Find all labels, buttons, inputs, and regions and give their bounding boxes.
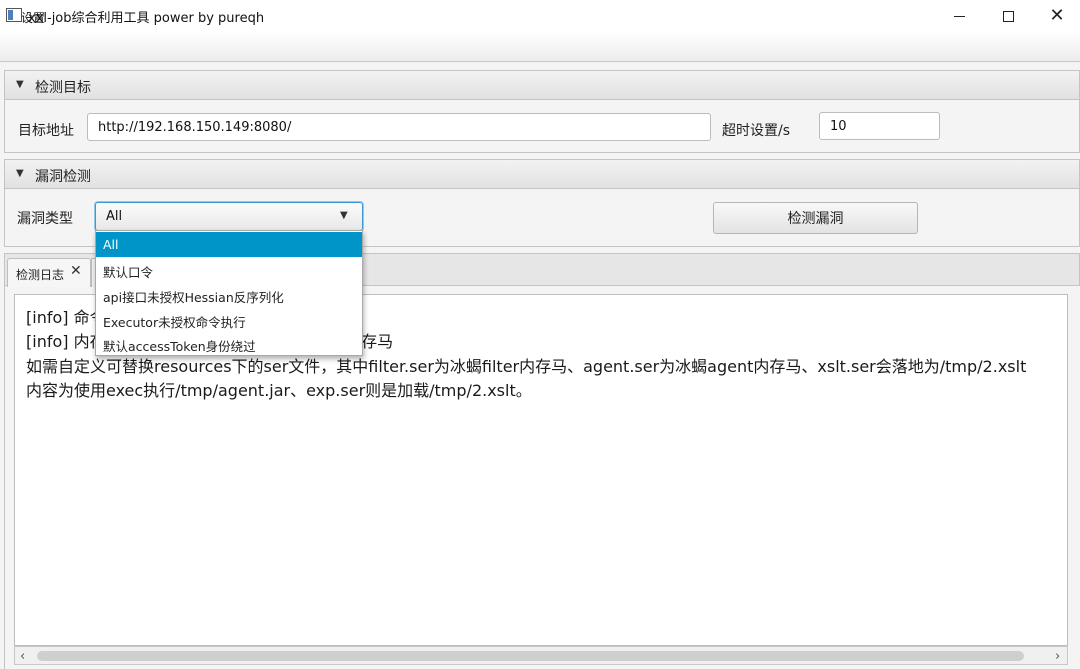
url-label: 目标地址 xyxy=(18,123,74,139)
dropdown-option[interactable]: All xyxy=(96,232,362,257)
tab-label: 检测日志 xyxy=(16,268,65,282)
close-icon: ✕ xyxy=(1049,5,1065,26)
log-line: 如需自定义可替换resources下的ser文件，其中filter.ser为冰蝎… xyxy=(26,357,1027,376)
minimize-icon xyxy=(953,15,965,17)
collapse-arrow-icon: ▼ xyxy=(16,79,24,90)
close-button[interactable]: ✕ xyxy=(1034,0,1080,32)
vuln-pane-header[interactable]: ▼ 漏洞检测 xyxy=(4,159,1080,189)
minimize-button[interactable] xyxy=(936,0,982,32)
dropdown-option[interactable]: 默认口令 xyxy=(96,257,362,282)
collapse-arrow-icon: ▼ xyxy=(16,168,24,179)
tab-detect-log[interactable]: 检测日志 ✕ xyxy=(7,258,91,287)
dropdown-option[interactable]: 默认accessToken身份绕过 xyxy=(96,331,362,356)
target-pane-header[interactable]: ▼ 检测目标 xyxy=(4,70,1080,100)
url-input[interactable]: http://192.168.150.149:8080/ xyxy=(87,113,711,141)
dropdown-arrow-icon: ▼ xyxy=(340,210,348,221)
vuln-type-dropdown-list: All 默认口令 api接口未授权Hessian反序列化 Executor未授权… xyxy=(95,230,363,356)
vuln-type-select[interactable]: All ▼ xyxy=(95,202,363,231)
dropdown-option[interactable]: Executor未授权命令执行 xyxy=(96,307,362,332)
window-title: xxl-job综合利用工具 power by pureqh xyxy=(28,11,265,26)
timeout-label: 超时设置/s xyxy=(722,123,791,139)
scroll-right-icon[interactable]: › xyxy=(1055,649,1060,664)
vuln-pane-title: 漏洞检测 xyxy=(35,169,91,185)
app-icon xyxy=(6,8,22,22)
menu-bar xyxy=(0,32,1080,62)
target-pane-title: 检测目标 xyxy=(35,80,91,96)
scrollbar-thumb[interactable] xyxy=(37,651,1024,661)
vuln-type-label: 漏洞类型 xyxy=(17,211,73,227)
log-line: 内容为使用exec执行/tmp/agent.jar、exp.ser则是加载/tm… xyxy=(26,381,532,400)
timeout-input[interactable]: 10 xyxy=(819,112,940,140)
maximize-icon xyxy=(1002,10,1014,22)
dropdown-option[interactable]: api接口未授权Hessian反序列化 xyxy=(96,282,362,307)
scroll-left-icon[interactable]: ‹ xyxy=(20,649,25,664)
maximize-button[interactable] xyxy=(985,0,1031,32)
horizontal-scrollbar[interactable]: ‹ › xyxy=(14,646,1068,665)
menu-item-settings[interactable]: 设置 xyxy=(21,9,45,26)
detect-vuln-button[interactable]: 检测漏洞 xyxy=(713,202,918,234)
vuln-type-value: All xyxy=(106,209,123,224)
tab-close-icon[interactable]: ✕ xyxy=(70,263,82,279)
